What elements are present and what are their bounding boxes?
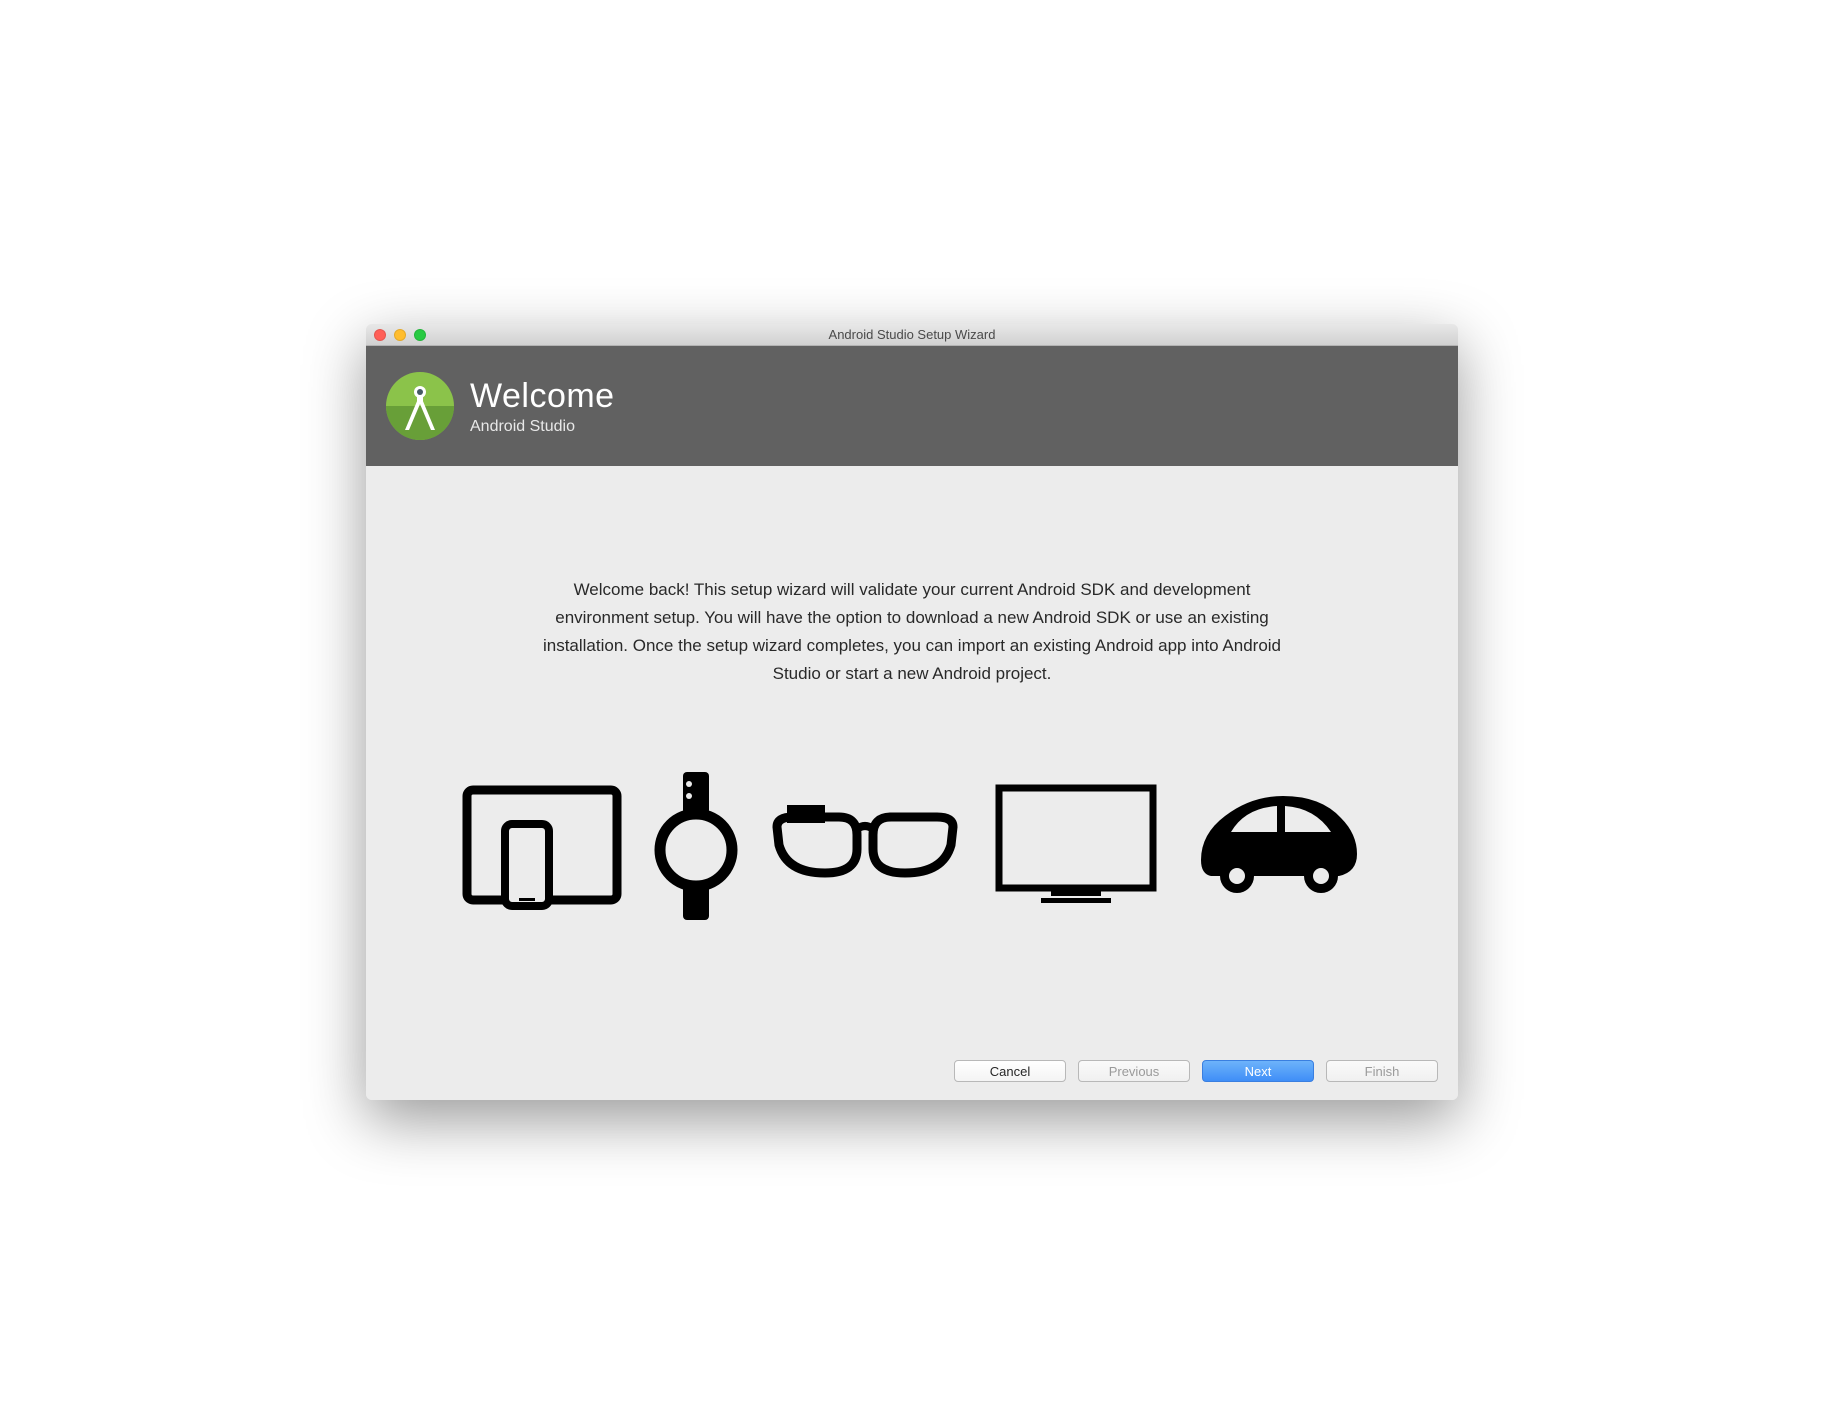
- titlebar: Android Studio Setup Wizard: [366, 324, 1458, 346]
- maximize-button[interactable]: [414, 329, 426, 341]
- page-subtitle: Android Studio: [470, 418, 615, 436]
- window-title: Android Studio Setup Wizard: [374, 327, 1450, 342]
- close-button[interactable]: [374, 329, 386, 341]
- previous-button: Previous: [1078, 1060, 1190, 1082]
- page-title: Welcome: [470, 377, 615, 416]
- tv-icon: [991, 780, 1161, 910]
- traffic-lights: [374, 329, 426, 341]
- footer-buttons: Cancel Previous Next Finish: [366, 1046, 1458, 1100]
- cancel-button[interactable]: Cancel: [954, 1060, 1066, 1082]
- header-text: Welcome Android Studio: [470, 377, 615, 436]
- android-studio-logo-icon: [384, 370, 456, 442]
- header-banner: Welcome Android Studio: [366, 346, 1458, 466]
- next-button[interactable]: Next: [1202, 1060, 1314, 1082]
- minimize-button[interactable]: [394, 329, 406, 341]
- welcome-description: Welcome back! This setup wizard will val…: [532, 576, 1292, 688]
- content-area: Welcome back! This setup wizard will val…: [366, 466, 1458, 1046]
- car-icon: [1187, 790, 1367, 900]
- glasses-icon: [765, 805, 965, 885]
- watch-icon: [653, 770, 739, 920]
- tablet-phone-icon: [457, 780, 627, 910]
- finish-button: Finish: [1326, 1060, 1438, 1082]
- wizard-window: Android Studio Setup Wizard Welcome Andr…: [366, 324, 1458, 1100]
- devices-row: [426, 770, 1398, 920]
